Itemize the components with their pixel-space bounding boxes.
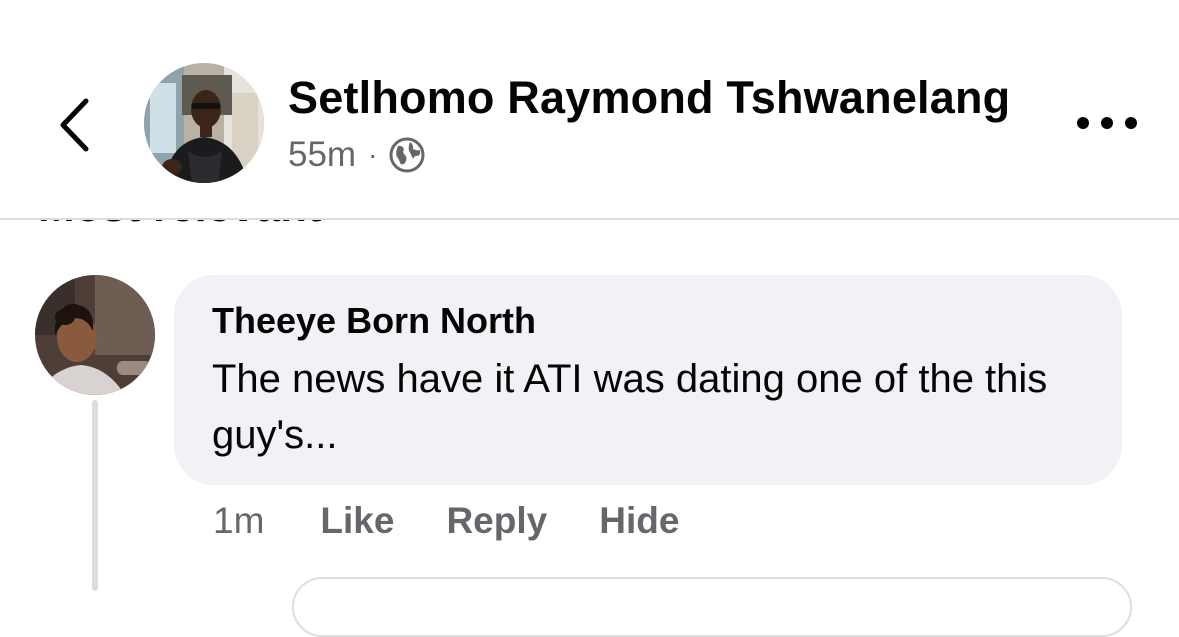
comment-text: The news have it ATI was dating one of t… <box>212 357 1048 457</box>
post-header: Setlhomo Raymond Tshwanelang 55m · <box>0 0 1179 220</box>
post-meta: 55m · <box>288 135 425 175</box>
reply-preview[interactable] <box>292 577 1132 637</box>
more-horizontal-icon <box>1077 117 1137 129</box>
hide-button[interactable]: Hide <box>599 500 679 542</box>
post-author-name[interactable]: Setlhomo Raymond Tshwanelang <box>288 72 1010 124</box>
globe-icon <box>389 137 425 173</box>
author-avatar[interactable] <box>144 63 264 183</box>
back-button[interactable] <box>44 90 104 160</box>
more-options-button[interactable] <box>1072 100 1142 146</box>
post-time: 55m <box>288 135 357 174</box>
meta-separator: · <box>368 139 378 170</box>
comment-actions: 1m Like Reply Hide <box>213 500 731 542</box>
reply-button[interactable]: Reply <box>446 500 547 542</box>
like-button[interactable]: Like <box>320 500 394 542</box>
commenter-name[interactable]: Theeye Born North <box>212 297 1084 345</box>
chevron-left-icon <box>60 98 89 152</box>
commenter-avatar[interactable] <box>35 275 155 395</box>
thread-line <box>92 400 98 591</box>
comment-time: 1m <box>213 500 265 541</box>
comment-bubble[interactable]: Theeye Born North The news have it ATI w… <box>174 275 1122 485</box>
